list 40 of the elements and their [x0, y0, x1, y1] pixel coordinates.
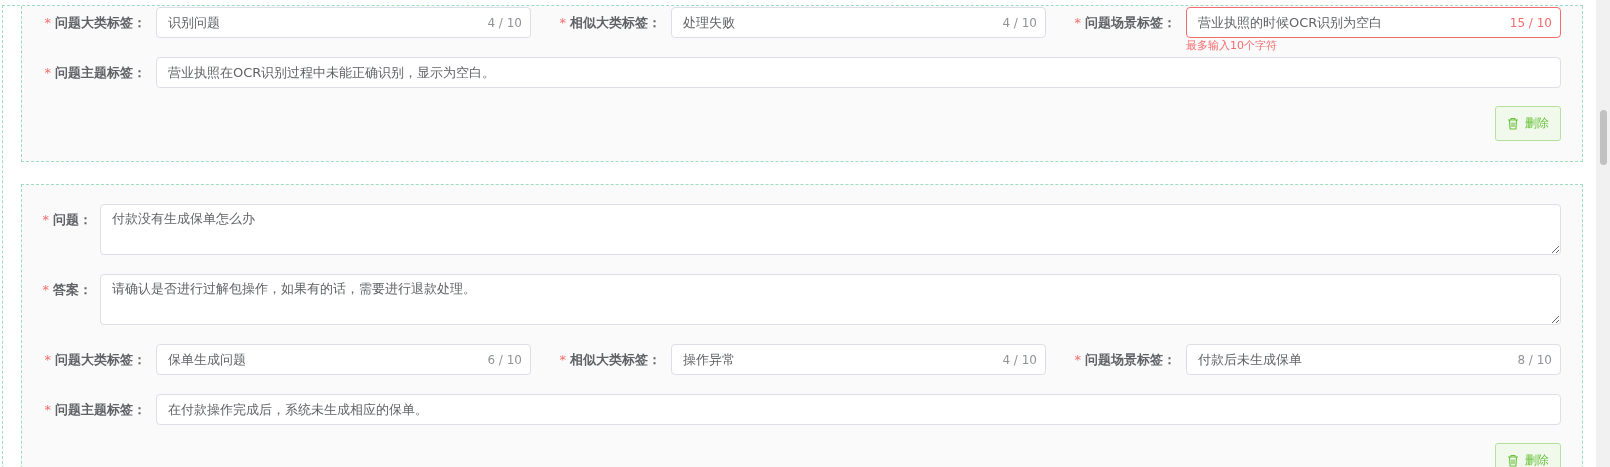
required-mark: * — [42, 281, 49, 299]
text-area[interactable]: 付款没有生成保单怎么办 — [100, 204, 1561, 255]
input-field[interactable]: 在付款操作完成后，系统未生成相应的保单。 — [156, 394, 1561, 425]
field-label: 答案： — [53, 281, 92, 299]
required-mark: * — [44, 14, 51, 32]
required-mark: * — [42, 211, 49, 229]
field-label: 问题主题标签： — [55, 401, 146, 419]
char-count: 15 / 10 — [1509, 15, 1552, 30]
input-field[interactable]: 营业执照在OCR识别过程中未能正确识别，显示为空白。 — [156, 57, 1561, 88]
error-message: 最多输入10个字符 — [1186, 38, 1277, 53]
char-count: 8 / 10 — [1517, 352, 1552, 367]
input-field[interactable]: 识别问题 4 / 10 — [156, 7, 531, 38]
trash-icon — [1507, 117, 1519, 130]
scrollbar[interactable] — [1596, 0, 1610, 467]
field-label: 问题大类标签： — [55, 351, 146, 369]
required-mark: * — [559, 14, 566, 32]
required-mark: * — [44, 401, 51, 419]
input-field[interactable]: 操作异常 4 / 10 — [671, 344, 1046, 375]
field-label: 相似大类标签： — [570, 351, 661, 369]
required-mark: * — [44, 351, 51, 369]
field-label: 问题主题标签： — [55, 64, 146, 82]
required-mark: * — [1074, 14, 1081, 32]
input-field[interactable]: 保单生成问题 6 / 10 — [156, 344, 531, 375]
field-label: 问题： — [53, 211, 92, 229]
char-count: 4 / 10 — [487, 15, 522, 30]
field-label: 问题大类标签： — [55, 14, 146, 32]
text-area[interactable]: 请确认是否进行过解包操作，如果有的话，需要进行退款处理。 — [100, 274, 1561, 325]
input-field[interactable]: 付款后未生成保单 8 / 10 — [1186, 344, 1561, 375]
required-mark: * — [44, 64, 51, 82]
required-mark: * — [1074, 351, 1081, 369]
input-field[interactable]: 营业执照的时候OCR识别为空白 15 / 10 — [1186, 7, 1561, 38]
input-field[interactable]: 处理失败 4 / 10 — [671, 7, 1046, 38]
char-count: 4 / 10 — [1002, 15, 1037, 30]
char-count: 4 / 10 — [1002, 352, 1037, 367]
char-count: 6 / 10 — [487, 352, 522, 367]
field-label: 相似大类标签： — [570, 14, 661, 32]
field-label: 问题场景标签： — [1085, 14, 1176, 32]
field-label: 问题场景标签： — [1085, 351, 1176, 369]
required-mark: * — [559, 351, 566, 369]
trash-icon — [1507, 454, 1519, 467]
